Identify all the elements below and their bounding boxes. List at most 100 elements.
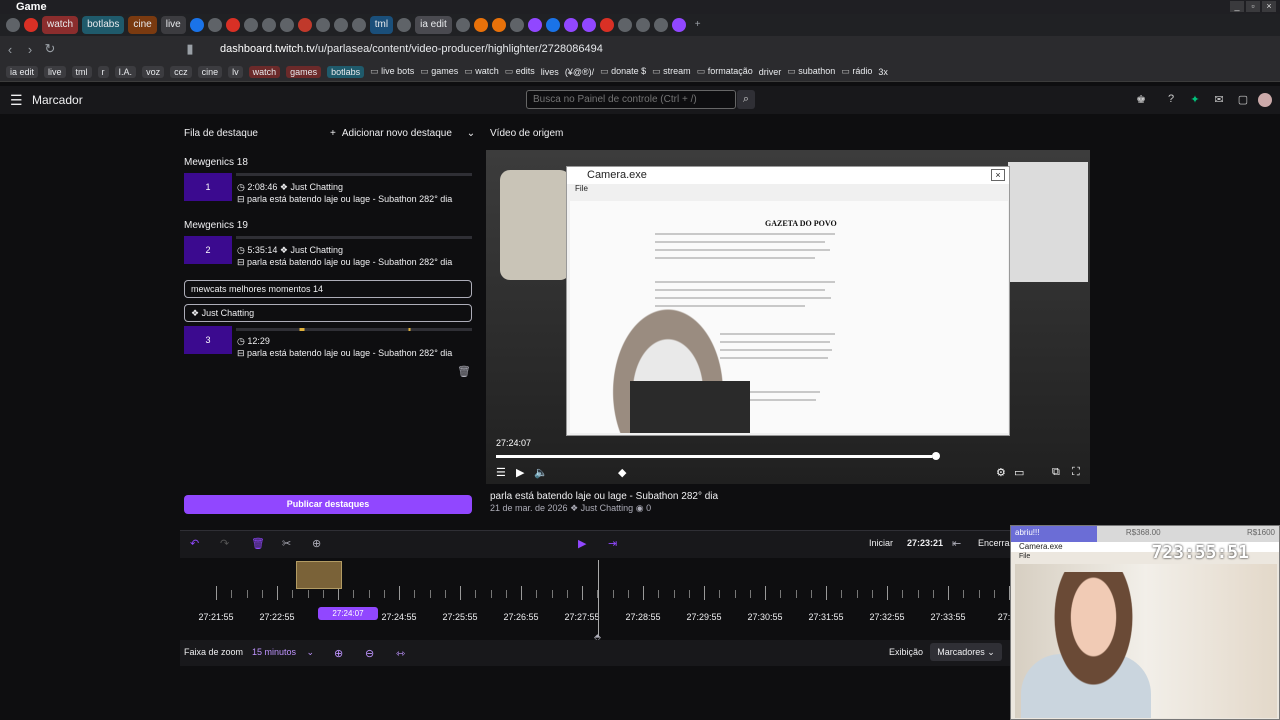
tab-tml[interactable]: tml <box>369 16 394 34</box>
clip-segment[interactable] <box>296 561 342 589</box>
back-icon[interactable]: ‹ <box>0 42 20 57</box>
url-field[interactable]: dashboard.twitch.tv/u/parlasea/content/v… <box>220 43 603 55</box>
avatar[interactable] <box>1258 93 1272 107</box>
miniplayer-icon[interactable]: ⧉ <box>1052 466 1060 479</box>
tab-live[interactable]: live <box>160 16 186 34</box>
scissors-icon[interactable]: ✂ <box>282 537 291 550</box>
tab-icon[interactable] <box>671 18 686 32</box>
bookmark-folder[interactable]: formatação <box>697 66 753 77</box>
tab-icon[interactable] <box>243 18 258 32</box>
tab-icon[interactable] <box>635 18 650 32</box>
tab-botlabs[interactable]: botlabs <box>82 16 125 34</box>
tab-icon[interactable] <box>545 18 560 32</box>
tab-icon[interactable] <box>455 18 470 32</box>
bits-icon[interactable]: ✦ <box>1188 93 1202 107</box>
trash-icon[interactable]: 🗑 <box>457 365 471 378</box>
bookmark[interactable]: tml <box>71 65 92 78</box>
add-marker-icon[interactable]: ⊕ <box>312 537 321 550</box>
tab-icon[interactable] <box>279 18 294 32</box>
camera-file-menu[interactable]: File <box>567 184 1009 196</box>
playhead[interactable] <box>598 560 599 636</box>
delete-icon[interactable]: 🗑 <box>251 537 265 550</box>
zoom-in-icon[interactable]: ⊕ <box>334 647 343 660</box>
tab-watch[interactable]: watch <box>42 16 79 34</box>
highlight-thumbnail[interactable]: 1 <box>184 173 232 201</box>
tab-icon[interactable] <box>581 18 596 32</box>
webcam-file-menu[interactable]: File <box>1019 553 1030 560</box>
bookmark[interactable]: lv <box>228 65 243 78</box>
tab-icon[interactable] <box>617 18 632 32</box>
tab-icon[interactable] <box>297 18 312 32</box>
tab-icon[interactable] <box>563 18 578 32</box>
bookmark-page-icon[interactable]: ▮ <box>180 41 200 57</box>
close-icon[interactable]: × <box>1262 1 1276 12</box>
bookmark[interactable]: games <box>286 65 322 78</box>
redo-icon[interactable]: ↷ <box>220 537 229 550</box>
seek-handle[interactable] <box>932 452 940 460</box>
tab-icon[interactable] <box>261 18 276 32</box>
reload-icon[interactable]: ↻ <box>40 41 60 57</box>
start-time-value[interactable]: 27:23:21 <box>907 538 943 548</box>
bookmark[interactable]: ccz <box>170 65 192 78</box>
minimize-icon[interactable]: _ <box>1230 1 1244 12</box>
bookmark-folder[interactable]: live bots <box>370 66 414 77</box>
bookmark[interactable]: live <box>44 65 66 78</box>
whispers-icon[interactable]: ▢ <box>1236 93 1250 107</box>
bookmark-folder[interactable]: stream <box>652 66 691 77</box>
bookmark-folder[interactable]: subathon <box>787 66 835 77</box>
tab-icon[interactable] <box>333 18 348 32</box>
forward-icon[interactable]: › <box>20 42 40 57</box>
tab-ia-edit[interactable]: ia edit <box>415 16 452 34</box>
close-icon[interactable]: × <box>991 169 1005 181</box>
tab-icon[interactable] <box>189 18 204 32</box>
undo-icon[interactable]: ↶ <box>190 537 199 550</box>
hamburger-menu-icon[interactable]: ☰ <box>10 92 26 109</box>
search-icon[interactable]: ⌕ <box>737 90 755 109</box>
fit-icon[interactable]: ⇿ <box>396 647 405 660</box>
set-start-icon[interactable]: ⇤ <box>952 537 961 550</box>
bookmark-folder[interactable]: games <box>420 66 458 77</box>
publish-button[interactable]: Publicar destaques <box>184 495 472 514</box>
mail-icon[interactable]: ✉ <box>1212 93 1226 107</box>
bookmark[interactable]: botlabs <box>327 65 365 78</box>
help-icon[interactable]: ? <box>1164 93 1178 107</box>
bookmark[interactable]: ia edit <box>6 65 39 78</box>
maximize-icon[interactable]: ▫ <box>1246 1 1260 12</box>
bookmark[interactable]: voz <box>142 65 165 78</box>
tab-icon[interactable] <box>509 18 524 32</box>
bookmark[interactable]: cine <box>197 65 223 78</box>
bookmark[interactable]: r <box>97 65 109 78</box>
tab-icon[interactable] <box>351 18 366 32</box>
bookmark[interactable]: lives <box>541 67 559 77</box>
tab-icon[interactable] <box>527 18 542 32</box>
jump-to-end-icon[interactable]: ⇥ <box>608 537 617 550</box>
play-icon[interactable]: ▶ <box>578 537 586 550</box>
theatre-icon[interactable]: ▭ <box>1014 466 1024 479</box>
zoom-out-icon[interactable]: ⊖ <box>365 647 374 660</box>
collection-name-input[interactable]: mewcats melhores momentos 14 <box>184 280 472 298</box>
markers-select[interactable]: Marcadores ⌄ <box>930 643 1002 661</box>
bookmark-folder[interactable]: edits <box>505 66 535 77</box>
fullscreen-icon[interactable]: ⛶ <box>1072 466 1080 479</box>
tab-icon[interactable] <box>315 18 330 32</box>
tab-icon[interactable] <box>24 18 38 32</box>
tab-icon[interactable] <box>207 18 222 32</box>
new-tab-icon[interactable]: + <box>690 16 706 34</box>
chevron-down-icon[interactable]: ⌄ <box>467 128 475 139</box>
bookmark[interactable]: (¥@®)/ <box>565 67 594 77</box>
tab-icon[interactable] <box>225 18 240 32</box>
bookmark[interactable]: I.A. <box>114 65 137 78</box>
settings-icon[interactable]: ⚙ <box>996 466 1006 479</box>
bookmark-folder[interactable]: watch <box>464 66 499 77</box>
bookmark-folder[interactable]: rádio <box>841 66 872 77</box>
seek-bar[interactable] <box>496 455 936 458</box>
highlight-thumbnail[interactable]: 2 <box>184 236 232 264</box>
bookmark[interactable]: driver <box>759 67 782 77</box>
volume-icon[interactable]: 🔈 <box>534 466 548 479</box>
tab-icon[interactable] <box>491 18 506 32</box>
tab-icon[interactable] <box>6 18 20 32</box>
notifications-icon[interactable]: ♚ <box>1134 93 1148 107</box>
play-icon[interactable]: ▶ <box>516 466 524 479</box>
bookmark[interactable]: watch <box>248 65 281 78</box>
tab-icon[interactable] <box>473 18 488 32</box>
